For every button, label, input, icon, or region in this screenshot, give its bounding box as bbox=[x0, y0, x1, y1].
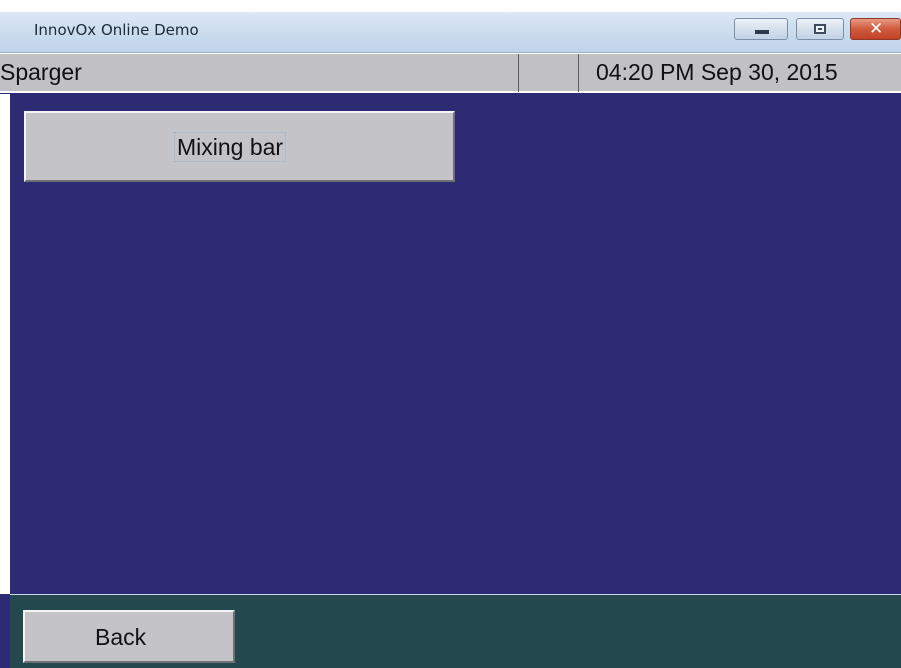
close-icon: ✕ bbox=[869, 19, 884, 39]
back-button[interactable]: Back bbox=[23, 610, 235, 663]
window-title: InnovOx Online Demo bbox=[34, 21, 199, 39]
close-button[interactable]: ✕ bbox=[850, 18, 901, 40]
mixing-bar-label: Mixing bar bbox=[174, 132, 287, 162]
back-label: Back bbox=[95, 624, 147, 650]
minimize-icon bbox=[755, 30, 769, 34]
status-divider bbox=[518, 54, 519, 92]
status-divider bbox=[578, 54, 579, 92]
main-panel: Mixing bar bbox=[0, 94, 901, 594]
status-datetime: 04:20 PM Sep 30, 2015 bbox=[596, 59, 838, 85]
screen-name: Sparger bbox=[0, 59, 82, 85]
maximize-icon bbox=[814, 24, 826, 34]
app-window: InnovOx Online Demo ✕ Sparger 04:20 PM S… bbox=[0, 12, 901, 668]
maximize-button[interactable] bbox=[796, 18, 844, 40]
footer-bar: Back bbox=[10, 595, 901, 668]
title-bar[interactable]: InnovOx Online Demo ✕ bbox=[0, 12, 901, 53]
minimize-button[interactable] bbox=[734, 18, 788, 40]
mixing-bar-button[interactable]: Mixing bar bbox=[24, 111, 455, 182]
status-bar: Sparger 04:20 PM Sep 30, 2015 bbox=[0, 53, 901, 93]
